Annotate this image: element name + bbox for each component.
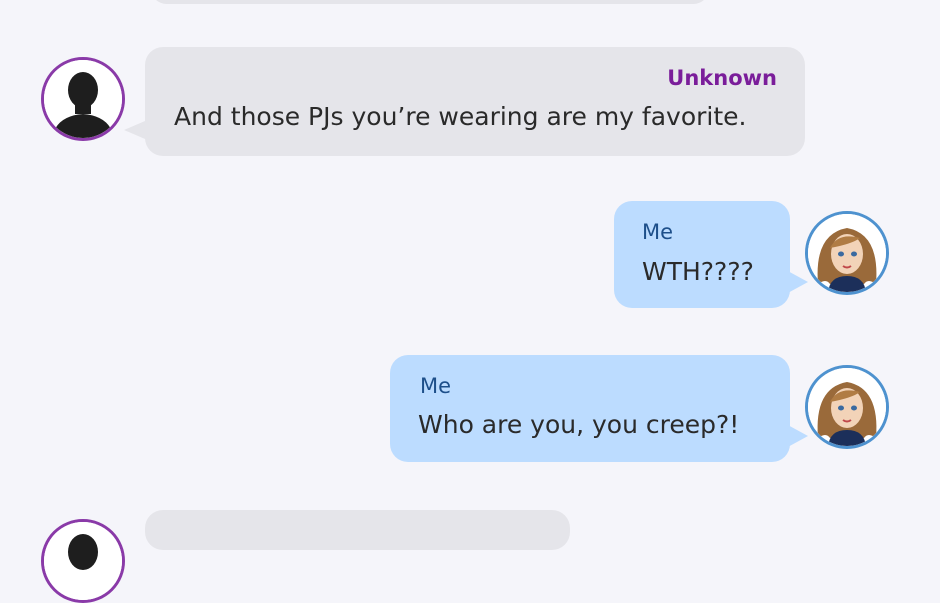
sender-name: Unknown bbox=[667, 66, 777, 90]
partial-message-bubble-top bbox=[150, 0, 710, 4]
partial-message-bubble-bottom bbox=[145, 510, 570, 550]
message-text: Who are you, you creep?! bbox=[418, 410, 740, 439]
message-bubble-me: Me WTH???? bbox=[614, 201, 790, 308]
girl-avatar-icon bbox=[805, 365, 889, 449]
bubble-tail bbox=[786, 270, 808, 294]
bubble-tail bbox=[786, 424, 808, 448]
silhouette-avatar-icon bbox=[41, 57, 125, 141]
silhouette-avatar-icon bbox=[41, 519, 125, 603]
girl-avatar-icon bbox=[805, 211, 889, 295]
sender-name: Me bbox=[420, 374, 452, 398]
message-text: And those PJs you’re wearing are my favo… bbox=[174, 102, 747, 131]
message-bubble-me: Me Who are you, you creep?! bbox=[390, 355, 790, 462]
message-bubble-unknown: Unknown And those PJs you’re wearing are… bbox=[145, 47, 805, 156]
message-text: WTH???? bbox=[642, 257, 754, 286]
chat-thread: Unknown And those PJs you’re wearing are… bbox=[0, 0, 940, 603]
sender-name: Me bbox=[642, 220, 674, 244]
